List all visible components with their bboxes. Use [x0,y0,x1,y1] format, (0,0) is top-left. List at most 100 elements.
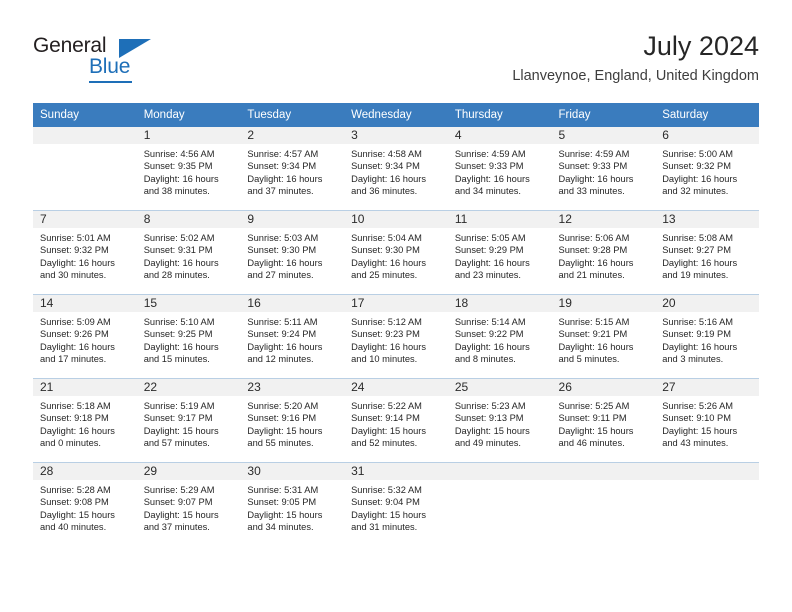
calendar-day-cell[interactable]: 29 Sunrise: 5:29 AM Sunset: 9:07 PM Dayligh… [136,462,241,546]
daylight-text-line2: and 23 minutes. [454,270,521,281]
day-cell-inner: 10 Sunrise: 5:04 AM Sunset: 9:30 PM Dayligh… [344,211,448,294]
day-cell-details [552,480,656,534]
calendar-day-cell[interactable]: 5 Sunrise: 4:59 AM Sunset: 9:33 PM Daylight… [551,127,656,211]
day-cell-inner: 9 Sunrise: 5:03 AM Sunset: 9:30 PM Daylight… [240,211,345,294]
day-cell-inner: 4 Sunrise: 4:59 AM Sunset: 9:33 PM Daylight… [447,127,552,210]
day-number: 25 [447,379,552,396]
day-cell-inner [551,463,656,546]
sunset-text: Sunset: 9:28 PM [558,245,628,256]
day-number: 5 [551,127,656,144]
daylight-text-line2: and 3 minutes. [662,354,724,365]
day-number: 1 [136,127,241,144]
sunrise-text: Sunrise: 5:25 AM [558,401,630,411]
calendar-day-cell[interactable]: 9 Sunrise: 5:03 AM Sunset: 9:30 PM Daylight… [240,210,345,295]
sunset-text: Sunset: 9:16 PM [247,413,317,424]
sunset-text: Sunset: 9:23 PM [351,329,420,340]
calendar-day-cell[interactable]: 27 Sunrise: 5:26 AM Sunset: 9:10 PM Dayligh… [655,378,759,463]
calendar-day-cell[interactable]: 14 Sunrise: 5:09 AM Sunset: 9:26 PM Dayligh… [33,294,137,379]
calendar-day-cell[interactable]: 4 Sunrise: 4:59 AM Sunset: 9:33 PM Daylight… [447,127,552,211]
day-cell-inner: 2 Sunrise: 4:57 AM Sunset: 9:34 PM Daylight… [240,127,345,210]
calendar-day-cell[interactable]: 20 Sunrise: 5:16 AM Sunset: 9:19 PM Dayligh… [655,294,759,379]
day-cell-details: Sunrise: 5:12 AM Sunset: 9:23 PM Daylight:… [344,312,448,366]
calendar-day-cell[interactable]: 30 Sunrise: 5:31 AM Sunset: 9:05 PM Dayligh… [240,462,345,546]
day-number [447,463,552,480]
calendar-day-cell[interactable]: 17 Sunrise: 5:12 AM Sunset: 9:23 PM Dayligh… [344,294,448,379]
calendar-day-cell[interactable]: 8 Sunrise: 5:02 AM Sunset: 9:31 PM Daylight… [136,210,241,295]
day-cell-inner: 11 Sunrise: 5:05 AM Sunset: 9:29 PM Dayligh… [447,211,552,294]
calendar-day-cell[interactable]: 23 Sunrise: 5:20 AM Sunset: 9:16 PM Dayligh… [240,378,345,463]
day-cell-details: Sunrise: 5:25 AM Sunset: 9:11 PM Daylight:… [552,396,656,450]
calendar-day-cell[interactable]: 16 Sunrise: 5:11 AM Sunset: 9:24 PM Dayligh… [240,294,345,379]
calendar-empty-cell [447,462,552,546]
day-number: 2 [240,127,345,144]
calendar-day-cell[interactable]: 28 Sunrise: 5:28 AM Sunset: 9:08 PM Dayligh… [33,462,137,546]
calendar-day-cell[interactable]: 22 Sunrise: 5:19 AM Sunset: 9:17 PM Dayligh… [136,378,241,463]
daylight-text-line1: Daylight: 16 hours [558,341,634,352]
day-cell-details: Sunrise: 4:56 AM Sunset: 9:35 PM Daylight:… [137,144,241,198]
day-number [551,463,656,480]
sunset-text: Sunset: 9:21 PM [558,329,628,340]
calendar-day-cell[interactable]: 21 Sunrise: 5:18 AM Sunset: 9:18 PM Dayligh… [33,378,137,463]
day-cell-details: Sunrise: 5:23 AM Sunset: 9:13 PM Daylight:… [448,396,552,450]
sunrise-text: Sunrise: 5:00 AM [662,149,734,159]
sunrise-text: Sunrise: 5:20 AM [247,401,319,411]
day-number: 17 [344,295,448,312]
calendar-day-cell[interactable]: 15 Sunrise: 5:10 AM Sunset: 9:25 PM Dayligh… [136,294,241,379]
calendar-day-cell[interactable]: 18 Sunrise: 5:14 AM Sunset: 9:22 PM Dayligh… [447,294,552,379]
daylight-text-line1: Daylight: 16 hours [40,425,115,436]
calendar-day-cell[interactable]: 26 Sunrise: 5:25 AM Sunset: 9:11 PM Dayligh… [551,378,656,463]
daylight-text-line1: Daylight: 15 hours [351,425,427,436]
daylight-text-line1: Daylight: 15 hours [143,509,219,520]
calendar-day-cell[interactable]: 25 Sunrise: 5:23 AM Sunset: 9:13 PM Dayligh… [447,378,552,463]
daylight-text-line1: Daylight: 15 hours [454,425,530,436]
daylight-text-line2: and 8 minutes. [454,354,516,365]
calendar-day-cell[interactable]: 3 Sunrise: 4:58 AM Sunset: 9:34 PM Daylight… [344,127,448,211]
daylight-text-line1: Daylight: 16 hours [351,173,427,184]
calendar-day-cell[interactable]: 11 Sunrise: 5:05 AM Sunset: 9:29 PM Dayligh… [447,210,552,295]
sunrise-text: Sunrise: 5:16 AM [662,317,734,327]
daylight-text-line1: Daylight: 15 hours [351,509,427,520]
daylight-text-line1: Daylight: 15 hours [558,425,634,436]
day-cell-inner: 14 Sunrise: 5:09 AM Sunset: 9:26 PM Dayligh… [33,295,137,378]
day-cell-inner: 26 Sunrise: 5:25 AM Sunset: 9:11 PM Dayligh… [551,379,656,462]
calendar-header-row: Sunday Monday Tuesday Wednesday Thursday… [33,103,759,127]
calendar-day-cell[interactable]: 13 Sunrise: 5:08 AM Sunset: 9:27 PM Dayligh… [655,210,759,295]
calendar-day-cell[interactable]: 1 Sunrise: 4:56 AM Sunset: 9:35 PM Daylight… [136,127,241,211]
sunset-text: Sunset: 9:29 PM [454,245,524,256]
calendar-day-cell[interactable]: 2 Sunrise: 4:57 AM Sunset: 9:34 PM Daylight… [240,127,345,211]
daylight-text-line2: and 27 minutes. [247,270,314,281]
day-cell-inner: 19 Sunrise: 5:15 AM Sunset: 9:21 PM Dayligh… [551,295,656,378]
day-cell-details [448,480,552,534]
sunset-text: Sunset: 9:26 PM [40,329,109,340]
calendar-day-cell[interactable]: 10 Sunrise: 5:04 AM Sunset: 9:30 PM Dayligh… [344,210,448,295]
day-cell-inner: 12 Sunrise: 5:06 AM Sunset: 9:28 PM Dayligh… [551,211,656,294]
day-number: 16 [240,295,345,312]
calendar-day-cell[interactable]: 7 Sunrise: 5:01 AM Sunset: 9:32 PM Daylight… [33,210,137,295]
calendar-day-cell[interactable]: 6 Sunrise: 5:00 AM Sunset: 9:32 PM Daylight… [655,127,759,211]
weekday-header-thursday: Thursday [447,103,552,127]
day-number: 15 [136,295,241,312]
day-number: 3 [344,127,448,144]
sunrise-text: Sunrise: 5:19 AM [143,401,215,411]
day-cell-inner: 15 Sunrise: 5:10 AM Sunset: 9:25 PM Dayligh… [136,295,241,378]
daylight-text-line2: and 57 minutes. [143,438,210,449]
daylight-text-line2: and 34 minutes. [454,186,521,197]
sunrise-text: Sunrise: 5:02 AM [143,233,215,243]
daylight-text-line2: and 5 minutes. [558,354,620,365]
sunset-text: Sunset: 9:27 PM [662,245,731,256]
sunrise-text: Sunrise: 5:03 AM [247,233,319,243]
day-number: 7 [33,211,137,228]
calendar-day-cell[interactable]: 31 Sunrise: 5:32 AM Sunset: 9:04 PM Dayligh… [344,462,448,546]
day-number [33,127,137,144]
daylight-text-line1: Daylight: 16 hours [143,341,219,352]
day-cell-inner: 29 Sunrise: 5:29 AM Sunset: 9:07 PM Dayligh… [136,463,241,546]
day-cell-inner: 24 Sunrise: 5:22 AM Sunset: 9:14 PM Dayligh… [344,379,448,462]
calendar-day-cell[interactable]: 19 Sunrise: 5:15 AM Sunset: 9:21 PM Dayligh… [551,294,656,379]
daylight-text-line2: and 34 minutes. [247,522,314,533]
page-subtitle: Llanveynoe, England, United Kingdom [512,68,759,84]
logo-underline [89,81,132,83]
calendar-day-cell[interactable]: 12 Sunrise: 5:06 AM Sunset: 9:28 PM Dayligh… [551,210,656,295]
day-cell-details: Sunrise: 5:16 AM Sunset: 9:19 PM Daylight:… [655,312,759,366]
calendar-day-cell[interactable]: 24 Sunrise: 5:22 AM Sunset: 9:14 PM Dayligh… [344,378,448,463]
sunrise-text: Sunrise: 5:32 AM [351,485,422,495]
